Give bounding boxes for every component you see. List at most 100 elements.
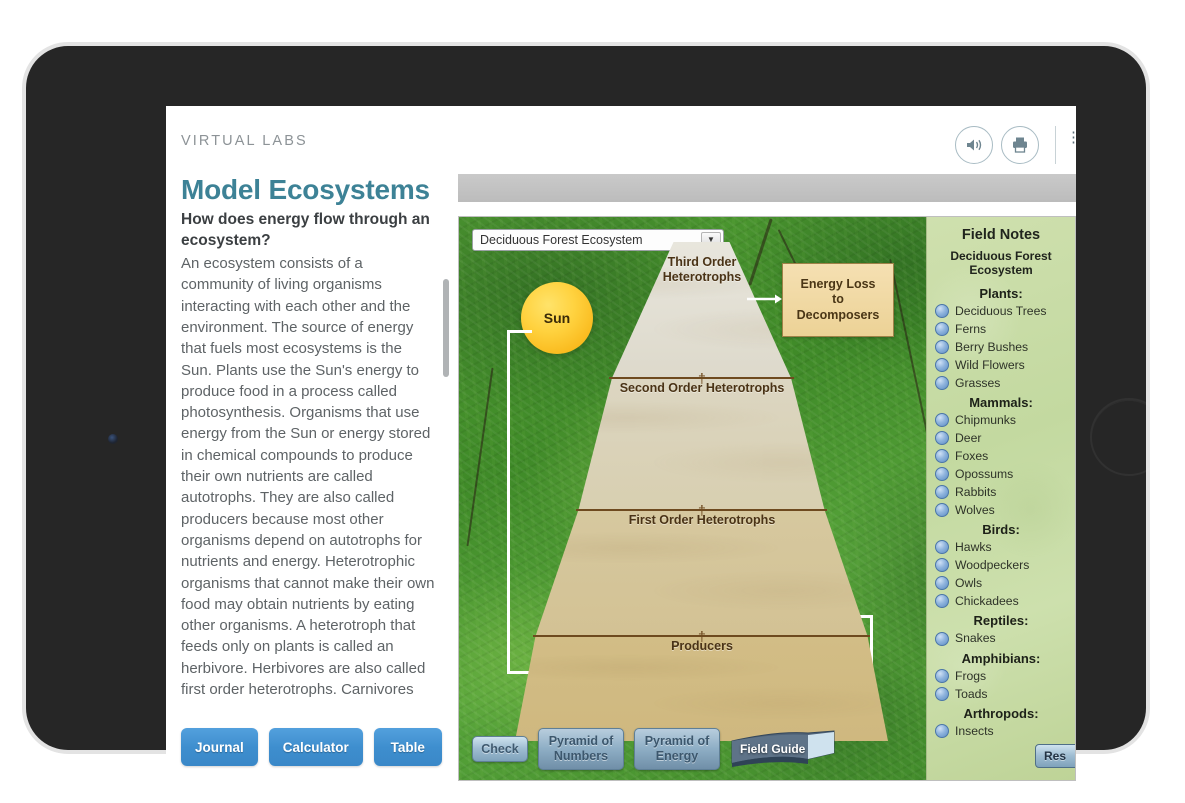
field-notes-item[interactable]: Wolves [935, 501, 1075, 519]
field-notes-subtitle: Deciduous Forest Ecosystem [950, 249, 1052, 278]
bullet-icon[interactable] [935, 576, 949, 591]
brand-label: VIRTUAL LABS [181, 133, 308, 149]
field-notes-group-heading: Mammals: [969, 395, 1033, 411]
field-notes-item[interactable]: Frogs [935, 667, 1075, 685]
field-notes-group-heading: Amphibians: [961, 650, 1041, 666]
bullet-icon[interactable] [935, 558, 949, 573]
field-notes-item-label: Wolves [955, 503, 995, 518]
field-notes-item[interactable]: Foxes [935, 447, 1075, 465]
field-notes-group-heading: Birds: [982, 522, 1020, 538]
field-notes-item[interactable]: Deciduous Trees [935, 302, 1075, 320]
field-notes-list: Plants: Deciduous Trees Ferns Berry Bushes W… [927, 286, 1075, 740]
energy-loss-line-3: Decomposers [796, 307, 880, 322]
bullet-icon[interactable] [935, 413, 949, 428]
field-notes-item-label: Owls [955, 576, 983, 591]
field-notes-item-label: Chickadees [955, 594, 1019, 609]
page-title: Model Ecosystems [181, 174, 430, 205]
bullet-icon[interactable] [935, 449, 949, 464]
field-notes-item-label: Opossums [955, 467, 1014, 482]
simulation-toolbar-bar [458, 174, 1076, 202]
field-notes-item-label: Deciduous Trees [955, 303, 1047, 318]
tablet-device-frame: VIRTUAL LABS ⋮ Model Ecosystems How does… [22, 42, 1168, 781]
table-button[interactable]: Table [373, 728, 442, 766]
pyramid-tier-first-order[interactable] [515, 510, 888, 636]
header-divider [1055, 126, 1056, 164]
app-header: VIRTUAL LABS ⋮ [166, 106, 1076, 174]
bullet-icon[interactable] [935, 503, 949, 518]
field-notes-item-label: Grasses [955, 375, 1001, 390]
field-notes-item-label: Deer [955, 431, 982, 446]
field-notes-item[interactable]: Chipmunks [935, 411, 1075, 429]
field-notes-item[interactable]: Owls [935, 574, 1075, 592]
bullet-icon[interactable] [935, 431, 949, 446]
bullet-icon[interactable] [935, 339, 949, 354]
field-notes-item-label: Foxes [955, 449, 989, 464]
lesson-question: How does energy flow through an ecosyste… [181, 211, 430, 249]
field-guide-button[interactable]: Field Guide [730, 729, 836, 769]
tool-button-row: Journal Calculator Table [181, 728, 442, 766]
calculator-button[interactable]: Calculator [268, 728, 363, 766]
field-notes-item-label: Chipmunks [955, 413, 1016, 428]
lesson-body-text: An ecosystem consists of a community of … [181, 253, 449, 698]
camera-icon [108, 434, 118, 444]
header-overflow-partial[interactable]: ⋮ [1066, 130, 1076, 160]
field-notes-item-label: Toads [955, 686, 988, 701]
field-notes-item[interactable]: Grasses [935, 374, 1075, 392]
field-notes-item[interactable]: Rabbits [935, 483, 1075, 501]
check-button[interactable]: Check [472, 736, 528, 762]
field-notes-item-label: Wild Flowers [955, 357, 1025, 372]
branch-decoration [466, 367, 494, 547]
pyramid-of-energy-button[interactable]: Pyramid of Energy [634, 728, 720, 770]
pyramid-label-third-order: Third Order Heterotrophs [662, 255, 742, 284]
bullet-icon[interactable] [935, 375, 949, 390]
lesson-text-column: Model Ecosystems How does energy flow th… [181, 174, 449, 781]
simulation-column: Deciduous Forest Ecosystem ▼ Sun † † † T… [458, 174, 1076, 781]
lesson-body-paragraph: An ecosystem consists of a community of … [181, 255, 435, 699]
pyramid-tier-second-order[interactable] [515, 378, 888, 510]
arrow-icon [747, 294, 782, 304]
bullet-icon[interactable] [935, 594, 949, 609]
field-notes-item-label: Hawks [955, 540, 992, 555]
field-notes-item[interactable]: Wild Flowers [935, 356, 1075, 374]
bullet-icon[interactable] [935, 485, 949, 500]
field-notes-item-label: Frogs [955, 668, 987, 683]
pyramid-label-second-order: Second Order Heterotrophs [619, 381, 785, 395]
field-notes-item-label: Ferns [955, 321, 987, 336]
field-notes-item[interactable]: Hawks [935, 538, 1075, 556]
bullet-icon[interactable] [935, 467, 949, 482]
field-notes-item[interactable]: Deer [935, 429, 1075, 447]
field-notes-item-label: Berry Bushes [955, 339, 1029, 354]
bullet-icon[interactable] [935, 357, 949, 372]
lesson-text-scrollbar[interactable] [443, 253, 449, 698]
speaker-icon[interactable] [955, 126, 993, 164]
printer-icon[interactable] [1001, 126, 1039, 164]
field-notes-item[interactable]: Berry Bushes [935, 338, 1075, 356]
field-notes-group-heading: Reptiles: [973, 613, 1029, 629]
bullet-icon[interactable] [935, 321, 949, 336]
field-notes-item[interactable]: Woodpeckers [935, 556, 1075, 574]
scrollbar-thumb[interactable] [443, 279, 449, 378]
home-button[interactable] [1090, 398, 1168, 476]
pyramid-label-first-order: First Order Heterotrophs [628, 513, 776, 527]
bullet-icon[interactable] [935, 631, 949, 646]
field-notes-item-label: Rabbits [955, 485, 997, 500]
field-notes-panel: Field Notes Deciduous Forest Ecosystem P… [926, 217, 1075, 780]
field-notes-item-label: Snakes [955, 631, 996, 646]
field-guide-label: Field Guide [740, 742, 806, 756]
app-screen: VIRTUAL LABS ⋮ Model Ecosystems How does… [166, 106, 1076, 781]
field-notes-item[interactable]: Ferns [935, 320, 1075, 338]
bullet-icon[interactable] [935, 540, 949, 555]
bullet-icon[interactable] [935, 303, 949, 318]
field-notes-item[interactable]: Opossums [935, 465, 1075, 483]
journal-button[interactable]: Journal [181, 728, 258, 766]
field-notes-item[interactable]: Toads [935, 685, 1075, 703]
energy-loss-callout: Energy Loss to Decomposers [782, 263, 894, 337]
field-notes-item[interactable]: Snakes [935, 629, 1075, 647]
field-notes-title: Field Notes [961, 227, 1041, 243]
bullet-icon[interactable] [935, 668, 949, 683]
bullet-icon[interactable] [935, 686, 949, 701]
energy-loss-line-2: to [832, 292, 844, 307]
simulation-bottom-bar: Check Pyramid of Numbers Pyramid of Ener… [459, 718, 1075, 780]
pyramid-of-numbers-button[interactable]: Pyramid of Numbers [538, 728, 624, 770]
field-notes-item[interactable]: Chickadees [935, 592, 1075, 610]
